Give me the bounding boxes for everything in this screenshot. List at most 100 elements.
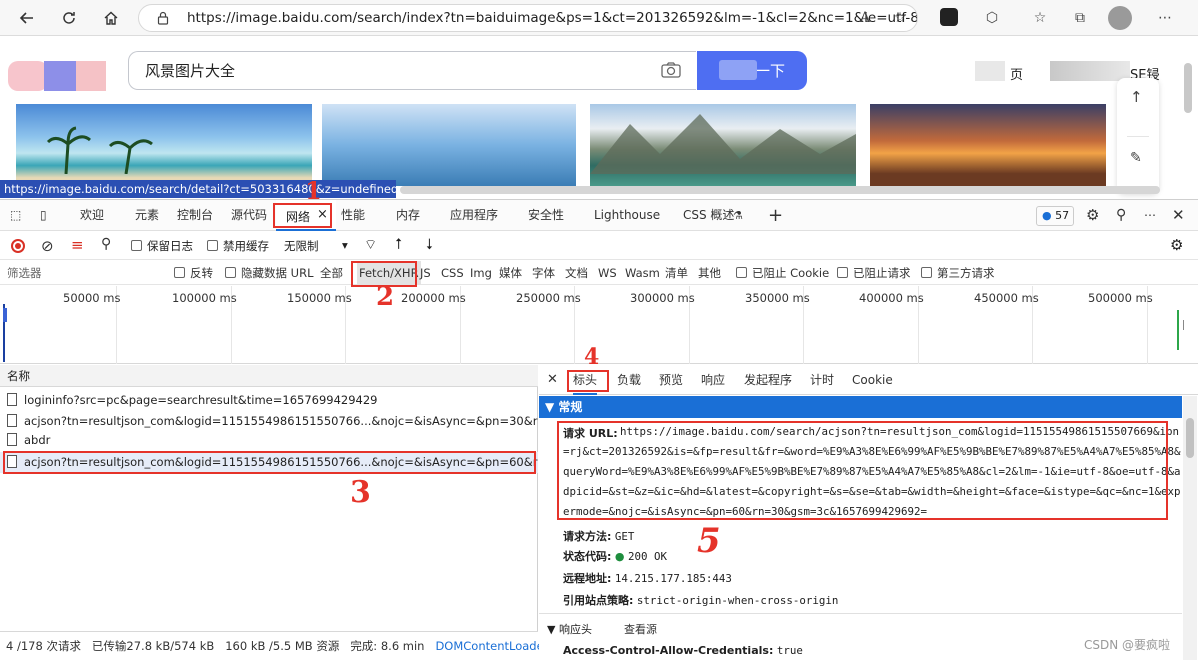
hide-data-urls-checkbox[interactable]: 隐藏数据 URL xyxy=(225,261,313,285)
inspect-element-icon[interactable]: ⬚ xyxy=(10,200,21,231)
close-devtools-icon[interactable]: ✕ xyxy=(1172,200,1185,231)
filter-font[interactable]: 字体 xyxy=(532,261,555,285)
tab-initiator[interactable]: 发起程序 xyxy=(744,365,792,395)
request-row[interactable]: acjson?tn=resultjson_com&logid=115155498… xyxy=(0,411,538,432)
watermark: CSDN @要疯啦 xyxy=(1084,638,1171,652)
tab-payload[interactable]: 负载 xyxy=(617,365,641,395)
header-link-1[interactable]: 页 xyxy=(1010,64,1023,83)
filter-doc[interactable]: 文档 xyxy=(565,261,588,285)
acac-value: true xyxy=(776,644,803,657)
page-scrollbar[interactable] xyxy=(1184,63,1192,113)
blocked-requests-checkbox[interactable]: 已阻止请求 xyxy=(837,261,911,285)
tab-css-overview[interactable]: CSS 概述 xyxy=(683,200,734,231)
hide-data-urls-label: 隐藏数据 URL xyxy=(241,266,314,280)
tab-timing[interactable]: 计时 xyxy=(810,365,834,395)
network-toolbar: ⊘ ≡ ⚲ 保留日志 禁用缓存 无限制 ▾ ⌔ ⭡ ⭣ ⚙ xyxy=(0,232,1198,260)
settings-gear-icon[interactable]: ⚙ xyxy=(1086,200,1099,231)
tab-performance[interactable]: 性能 xyxy=(341,200,365,231)
filter-icon[interactable]: ≡ xyxy=(71,236,84,254)
filter-css[interactable]: CSS xyxy=(441,261,464,285)
add-tab-icon[interactable]: + xyxy=(768,200,783,231)
device-toolbar-icon[interactable]: ▯ xyxy=(40,200,47,231)
filter-all[interactable]: 全部 xyxy=(320,261,343,285)
filter-media[interactable]: 媒体 xyxy=(499,261,522,285)
view-source-link[interactable]: 查看源 xyxy=(624,621,657,637)
filter-js[interactable]: JS xyxy=(420,261,431,285)
blocked-cookies-checkbox[interactable]: 已阻止 Cookie xyxy=(736,261,829,285)
network-conditions-icon[interactable]: ⌔ xyxy=(364,236,377,254)
annotation-box xyxy=(3,451,536,474)
tab-security[interactable]: 安全性 xyxy=(528,200,564,231)
invert-checkbox[interactable]: 反转 xyxy=(174,261,213,285)
response-headers-section[interactable]: ▼ 响应头 xyxy=(547,621,592,637)
column-header-name[interactable]: 名称 xyxy=(0,365,538,387)
timeline-tick-label: 300000 ms xyxy=(630,291,695,305)
network-settings-icon[interactable]: ⚙ xyxy=(1170,236,1183,254)
request-name: logininfo?src=pc&page=searchresult&time=… xyxy=(24,393,378,407)
filter-ws[interactable]: WS xyxy=(598,261,617,285)
lock-icon[interactable] xyxy=(157,11,169,29)
search-icon[interactable]: ⚲ xyxy=(101,236,111,252)
favorite-add-icon[interactable]: ☆ xyxy=(890,8,910,28)
detail-scrollbar-track[interactable] xyxy=(1183,396,1197,660)
blurred-link-2 xyxy=(1050,61,1130,81)
detail-scrollbar-thumb[interactable] xyxy=(1186,418,1194,458)
collections-icon[interactable]: ⧉ xyxy=(1070,8,1090,28)
tab-sources[interactable]: 源代码 xyxy=(231,200,267,231)
acac-label: Access-Control-Allow-Credentials: xyxy=(563,644,774,657)
close-detail-icon[interactable]: ✕ xyxy=(547,365,558,395)
disable-cache-checkbox[interactable]: 禁用缓存 xyxy=(207,238,269,254)
timeline-tick-label: 150000 ms xyxy=(287,291,352,305)
filter-img[interactable]: Img xyxy=(470,261,492,285)
import-har-icon[interactable]: ⭡ xyxy=(395,235,402,253)
issues-badge[interactable]: ● 57 xyxy=(1036,206,1074,226)
horizontal-scrollbar[interactable] xyxy=(400,186,1160,194)
image-thumbnail[interactable] xyxy=(322,104,576,186)
filter-manifest[interactable]: 清单 xyxy=(665,261,688,285)
extension-dark-icon[interactable] xyxy=(940,8,958,26)
request-name: abdr xyxy=(24,433,51,447)
record-icon[interactable] xyxy=(11,239,25,253)
favorites-icon[interactable]: ☆ xyxy=(1030,8,1050,28)
throttle-select[interactable]: 无限制 ▾ xyxy=(284,238,356,254)
baidu-logo[interactable] xyxy=(8,61,106,91)
tab-welcome[interactable]: 欢迎 xyxy=(80,200,104,231)
more-options-icon[interactable]: ⋯ xyxy=(1144,200,1156,231)
filter-input[interactable]: 筛选器 xyxy=(7,261,42,285)
request-row[interactable]: logininfo?src=pc&page=searchresult&time=… xyxy=(0,390,538,411)
customize-icon[interactable]: ⚲ xyxy=(1116,200,1126,231)
general-section-header[interactable]: ▼ 常规 xyxy=(539,396,1182,418)
tab-memory[interactable]: 内存 xyxy=(396,200,420,231)
more-icon[interactable]: ⋯ xyxy=(1155,8,1175,28)
search-input[interactable]: 风景图片大全 xyxy=(128,51,696,90)
image-thumbnail[interactable] xyxy=(16,104,312,186)
tab-console[interactable]: 控制台 xyxy=(177,200,213,231)
extensions-icon[interactable]: ⬡ xyxy=(982,8,1002,28)
edit-feedback-icon[interactable]: ✎ xyxy=(1130,150,1142,166)
filter-other[interactable]: 其他 xyxy=(698,261,721,285)
third-party-checkbox[interactable]: 第三方请求 xyxy=(921,261,995,285)
home-icon[interactable] xyxy=(98,5,124,31)
clear-icon[interactable]: ⊘ xyxy=(41,237,54,255)
tab-response[interactable]: 响应 xyxy=(701,365,725,395)
address-input[interactable]: https://image.baidu.com/search/index?tn=… xyxy=(138,4,918,32)
tab-elements[interactable]: 元素 xyxy=(135,200,159,231)
back-icon[interactable] xyxy=(14,5,40,31)
filter-wasm[interactable]: Wasm xyxy=(625,261,660,285)
read-aloud-icon[interactable]: A xyxy=(855,8,875,28)
image-thumbnail[interactable] xyxy=(870,104,1106,186)
tab-application[interactable]: 应用程序 xyxy=(450,200,498,231)
search-button[interactable]: 一下 xyxy=(697,51,807,90)
image-thumbnail[interactable] xyxy=(590,104,856,186)
timeline-tick-label: 400000 ms xyxy=(859,291,924,305)
back-to-top-icon[interactable]: ↑ xyxy=(1130,88,1143,106)
tab-lighthouse[interactable]: Lighthouse xyxy=(594,200,660,231)
camera-icon[interactable] xyxy=(661,62,681,82)
export-har-icon[interactable]: ⭣ xyxy=(426,235,433,253)
tab-cookies[interactable]: Cookie xyxy=(852,365,893,395)
request-row[interactable]: abdr xyxy=(0,430,538,451)
tab-preview[interactable]: 预览 xyxy=(659,365,683,395)
profile-avatar[interactable] xyxy=(1108,6,1132,30)
preserve-log-checkbox[interactable]: 保留日志 xyxy=(131,238,193,254)
refresh-icon[interactable] xyxy=(56,5,82,31)
